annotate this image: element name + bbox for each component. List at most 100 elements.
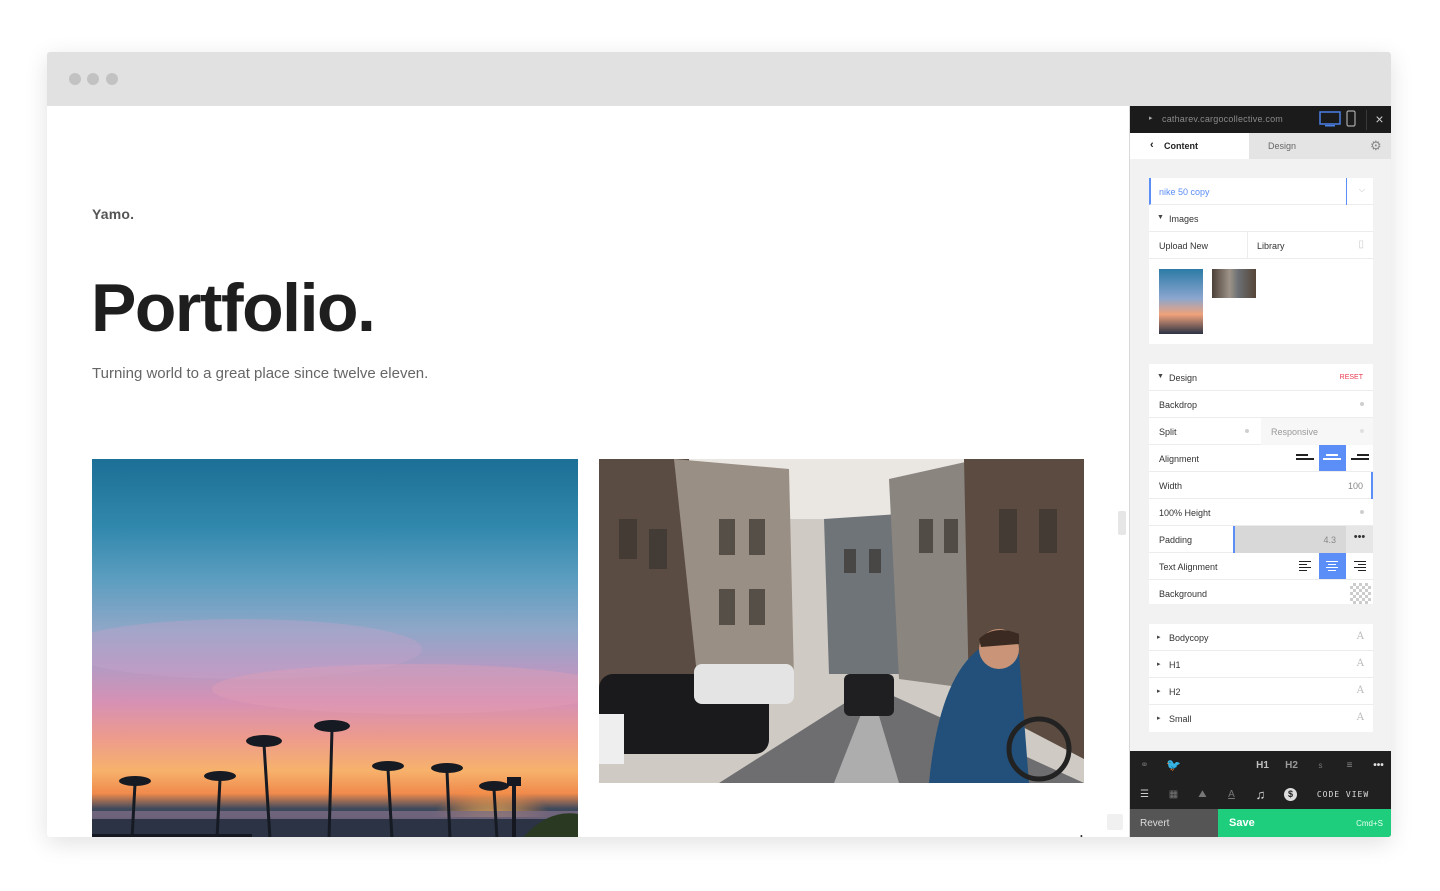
library-button[interactable]: Library	[1257, 241, 1285, 251]
music-icon[interactable]: ♫	[1246, 780, 1275, 809]
background-row: Background	[1149, 580, 1373, 607]
padding-value: 4.3	[1323, 535, 1336, 545]
images-header[interactable]: ▼ Images	[1149, 205, 1373, 232]
align-bar	[1296, 454, 1308, 456]
font-icon: A	[1356, 712, 1364, 723]
site-url[interactable]: catharev.cargocollective.com	[1162, 114, 1283, 124]
list-icon[interactable]: ☰	[1130, 780, 1159, 809]
backdrop-label: Backdrop	[1159, 400, 1198, 410]
mobile-view-icon[interactable]	[1346, 110, 1356, 128]
sunset-palm-image[interactable]	[92, 459, 578, 837]
align-bar	[1328, 570, 1336, 571]
design-header-label: Design	[1169, 373, 1198, 383]
background-color-swatch[interactable]	[1350, 583, 1371, 604]
page-select[interactable]: nike 50 copy ⌵	[1149, 178, 1373, 205]
site-brand[interactable]: Yamo.	[92, 206, 134, 222]
align-center-button[interactable]	[1319, 445, 1346, 471]
file-icon[interactable]: ▯	[1358, 239, 1364, 250]
align-left-button[interactable]	[1292, 445, 1319, 471]
text-align-icon[interactable]: ≡	[1335, 751, 1364, 780]
design-section: ▼ Design RESET Backdrop Split Responsive…	[1149, 364, 1373, 604]
window-close-dot[interactable]	[69, 73, 81, 85]
width-slider-handle[interactable]	[1371, 472, 1373, 499]
width-label: Width	[1159, 481, 1183, 491]
city-street-image[interactable]	[599, 459, 1084, 783]
width-value: 100	[1347, 481, 1363, 491]
heading1-button[interactable]: H1	[1248, 751, 1277, 780]
heading2-button[interactable]: H2	[1277, 751, 1306, 780]
caret-down-icon: ▼	[1157, 214, 1164, 221]
design-header[interactable]: ▼ Design RESET	[1149, 364, 1373, 391]
grid-icon[interactable]: ▦	[1159, 780, 1188, 809]
close-panel-icon[interactable]: ×	[1366, 110, 1391, 130]
typography-item-bodycopy[interactable]: ▸ Bodycopy A	[1149, 624, 1373, 651]
small-text-button[interactable]: s	[1306, 751, 1335, 780]
typography-item-h2[interactable]: ▸ H2 A	[1149, 678, 1373, 705]
align-right-button[interactable]	[1346, 445, 1373, 471]
align-bar	[1354, 567, 1366, 568]
align-bar	[1354, 561, 1366, 562]
split-label: Split	[1159, 427, 1177, 437]
more-icon[interactable]: •••	[1364, 751, 1391, 780]
gear-icon[interactable]: ⚙	[1370, 138, 1382, 154]
padding-row: Padding 4.3 •••	[1149, 526, 1373, 553]
full-height-row[interactable]: 100% Height	[1149, 499, 1373, 526]
align-bar	[1299, 570, 1307, 571]
typography-item-label: H2	[1169, 687, 1181, 697]
panel-topbar: ▸ catharev.cargocollective.com ×	[1130, 106, 1391, 133]
link-icon[interactable]: ⚭	[1130, 751, 1159, 780]
full-height-toggle[interactable]	[1360, 510, 1364, 514]
alignment-row: Alignment	[1149, 445, 1373, 472]
window-zoom-dot[interactable]	[106, 73, 118, 85]
align-bar	[1326, 567, 1338, 568]
width-row[interactable]: Width 100	[1149, 472, 1373, 499]
image-thumbnail-sunset[interactable]	[1159, 269, 1203, 334]
full-height-label: 100% Height	[1159, 508, 1211, 518]
more-options-icon[interactable]: •••	[1346, 526, 1373, 553]
resize-handle[interactable]	[1118, 511, 1126, 535]
desktop-view-icon[interactable]	[1319, 111, 1341, 127]
responsive-dot	[1360, 429, 1364, 433]
text-style-icon[interactable]: A	[1217, 780, 1246, 809]
city-street-illustration	[599, 459, 1084, 783]
align-bar	[1351, 458, 1369, 460]
text-alignment-label: Text Alignment	[1159, 562, 1218, 572]
revert-button[interactable]: Revert	[1140, 818, 1169, 829]
save-button[interactable]: Save Cmd+S	[1218, 809, 1391, 837]
typography-item-small[interactable]: ▸ Small A	[1149, 705, 1373, 732]
text-align-right-button[interactable]	[1346, 553, 1373, 579]
reset-button[interactable]: RESET	[1340, 374, 1363, 381]
play-icon[interactable]: ▸	[1149, 114, 1153, 122]
align-bar	[1299, 561, 1311, 562]
align-bar	[1357, 454, 1369, 456]
backdrop-toggle[interactable]	[1360, 402, 1364, 406]
caret-right-icon: ▸	[1157, 688, 1161, 695]
upload-new-button[interactable]: Upload New	[1159, 241, 1208, 251]
twitter-icon[interactable]: 🐦	[1159, 751, 1188, 780]
images-header-label: Images	[1169, 214, 1199, 224]
font-icon: A	[1356, 658, 1364, 669]
dollar-icon[interactable]: $	[1276, 780, 1305, 809]
typography-item-h1[interactable]: ▸ H1 A	[1149, 651, 1373, 678]
select-divider	[1346, 178, 1347, 205]
add-content-icon[interactable]: +	[1075, 830, 1088, 838]
save-bar: Revert Save Cmd+S	[1130, 809, 1391, 837]
tab-design[interactable]: Design	[1249, 133, 1365, 159]
align-bar	[1326, 454, 1338, 456]
text-align-center-button[interactable]	[1319, 553, 1346, 579]
image-thumbnail-street[interactable]	[1212, 269, 1256, 298]
backdrop-row[interactable]: Backdrop	[1149, 391, 1373, 418]
caret-right-icon: ▸	[1157, 634, 1161, 641]
actions-divider	[1247, 232, 1248, 259]
corner-handle[interactable]	[1107, 814, 1123, 830]
background-label: Background	[1159, 589, 1208, 599]
code-view-button[interactable]: CODE VIEW	[1308, 780, 1378, 809]
responsive-label: Responsive	[1271, 427, 1319, 437]
tab-content[interactable]: ‹ Content	[1130, 133, 1249, 159]
image-icon[interactable]: ⛰	[1188, 780, 1217, 809]
editor-panel: ▸ catharev.cargocollective.com × ‹ Conte…	[1129, 106, 1391, 837]
split-toggle[interactable]	[1245, 429, 1249, 433]
page-select-value: nike 50 copy	[1159, 187, 1210, 197]
window-minimize-dot[interactable]	[87, 73, 99, 85]
text-align-left-button[interactable]	[1292, 553, 1319, 579]
